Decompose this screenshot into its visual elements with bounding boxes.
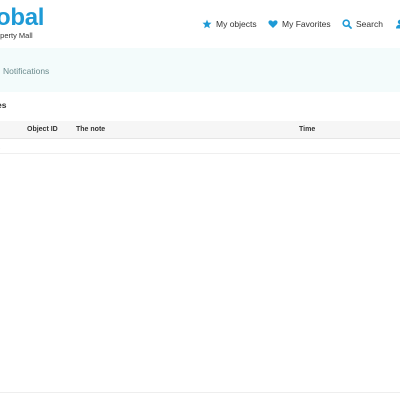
heart-icon (268, 19, 278, 29)
nav-my-objects[interactable]: My objects (202, 16, 257, 32)
star-icon (202, 19, 212, 29)
column-header-time: Time (299, 126, 316, 133)
user-icon (395, 19, 400, 29)
nav-my-favorites[interactable]: My Favorites (268, 16, 331, 32)
section-title: es (0, 100, 7, 110)
search-icon (342, 19, 352, 29)
nav-user[interactable] (395, 16, 400, 32)
logo-text: obal (0, 4, 45, 31)
table-header (0, 121, 400, 139)
nav-my-favorites-label: My Favorites (282, 19, 331, 29)
footer-divider (0, 392, 400, 393)
logo[interactable]: obal operty Mall (0, 4, 45, 41)
nav-search[interactable]: Search (342, 16, 383, 32)
top-header: obal operty Mall My objects My Favorites… (0, 0, 400, 48)
table-row[interactable] (0, 139, 400, 154)
nav-my-objects-label: My objects (216, 19, 257, 29)
column-header-note: The note (76, 126, 106, 133)
breadcrumb-bar (0, 48, 400, 92)
column-header-object-id: Object ID (27, 126, 58, 133)
breadcrumb-current: Notifications (3, 66, 50, 76)
logo-subtext: operty Mall (0, 31, 33, 40)
nav-search-label: Search (356, 19, 383, 29)
